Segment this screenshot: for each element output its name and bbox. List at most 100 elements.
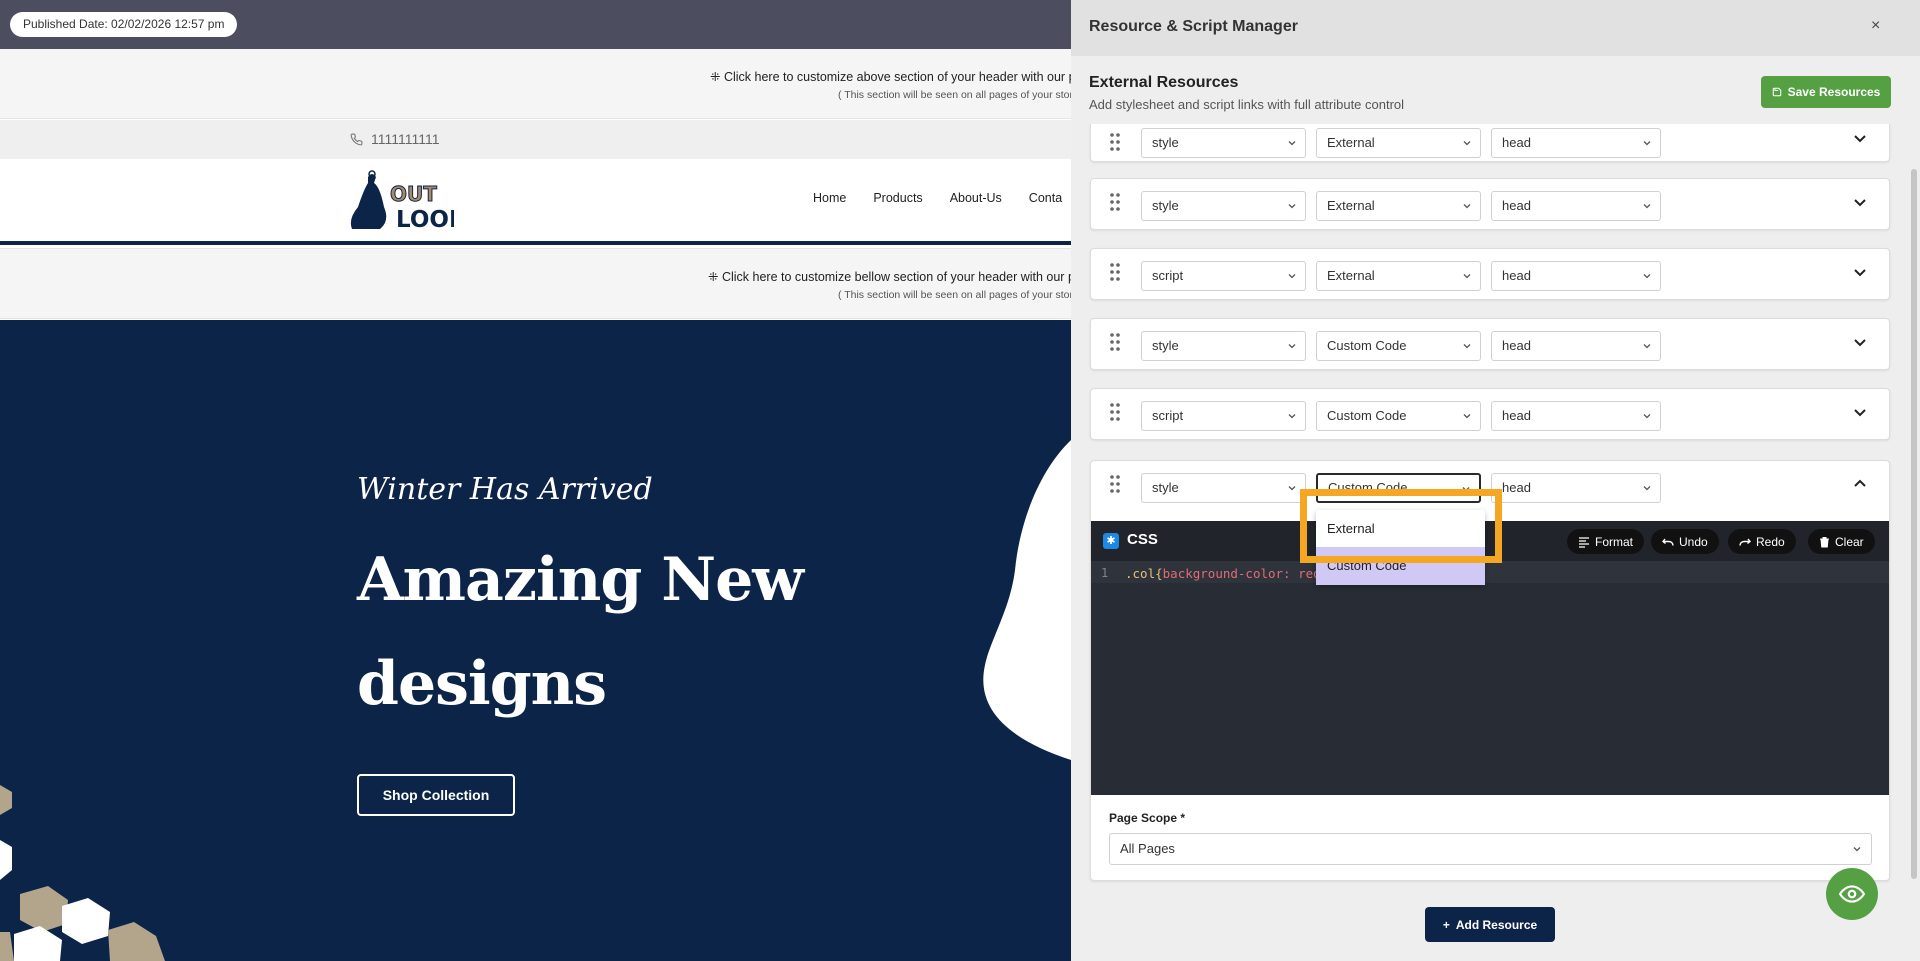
resource-type-select[interactable]: style — [1141, 473, 1306, 503]
chevron-down-icon — [1463, 204, 1471, 209]
expand-row-chevron-icon[interactable] — [1853, 335, 1867, 349]
expand-row-chevron-icon[interactable] — [1853, 405, 1867, 419]
logo-text-bottom: LOOK — [396, 207, 454, 233]
chevron-down-icon — [1853, 847, 1861, 852]
resource-type-select[interactable]: style — [1141, 191, 1306, 221]
resource-position-select[interactable]: head — [1491, 331, 1661, 361]
format-button[interactable]: Format — [1567, 529, 1645, 554]
outlook-logo[interactable]: OUT LOOK — [350, 169, 454, 233]
expand-row-chevron-icon[interactable] — [1853, 195, 1867, 209]
chevron-down-icon — [1288, 344, 1296, 349]
resource-position-select[interactable]: head — [1491, 401, 1661, 431]
chevron-down-icon — [1288, 274, 1296, 279]
published-date-badge: Published Date: 02/02/2026 12:57 pm — [10, 12, 238, 37]
resource-type-select[interactable]: script — [1141, 401, 1306, 431]
redo-button[interactable]: Redo — [1728, 529, 1796, 554]
resource-source-select[interactable]: Custom Code — [1316, 331, 1481, 361]
resource-position-value: head — [1502, 198, 1531, 213]
panel-scrollbar[interactable] — [1911, 124, 1917, 885]
chevron-down-icon — [1463, 414, 1471, 419]
plus-icon: + — [1442, 917, 1450, 932]
chevron-down-icon — [1643, 344, 1651, 349]
resource-position-select[interactable]: head — [1491, 473, 1661, 503]
resource-row: script External head — [1090, 248, 1890, 300]
section-subtitle: Add stylesheet and script links with ful… — [1089, 97, 1405, 112]
save-resources-button[interactable]: Save Resources — [1761, 76, 1891, 108]
chevron-down-icon — [1288, 141, 1296, 146]
close-icon[interactable]: × — [1871, 17, 1880, 35]
customize-above-note: ( This section will be seen on all pages… — [838, 89, 1071, 101]
resource-position-select[interactable]: head — [1491, 128, 1661, 158]
published-bar: Published Date: 02/02/2026 12:57 pm — [0, 0, 1071, 49]
save-icon — [1772, 87, 1781, 97]
customize-above-header-strip[interactable]: ⁜ Click here to customize above section … — [0, 49, 1071, 119]
drag-handle-icon[interactable] — [1109, 192, 1121, 212]
add-resource-button[interactable]: + Add Resource — [1425, 907, 1555, 942]
resource-source-select[interactable]: External — [1316, 261, 1481, 291]
page-scope-label: Page Scope * — [1109, 811, 1186, 825]
code-line[interactable]: 1 .col{background-color: red — [1091, 561, 1889, 583]
line-number: 1 — [1101, 566, 1109, 580]
drag-handle-icon[interactable] — [1109, 332, 1121, 352]
resource-row: script Custom Code head — [1090, 388, 1890, 440]
drag-handle-icon[interactable] — [1109, 132, 1121, 152]
undo-button[interactable]: Undo — [1651, 529, 1719, 554]
eye-icon — [1839, 885, 1865, 903]
resource-type-select[interactable]: style — [1141, 331, 1306, 361]
resource-script-manager-panel: Resource & Script Manager × External Res… — [1071, 0, 1920, 961]
chevron-down-icon — [1463, 274, 1471, 279]
panel-header: Resource & Script Manager × — [1071, 0, 1920, 56]
highlight-box — [1300, 489, 1502, 563]
preview-eye-button[interactable] — [1826, 868, 1878, 920]
resource-source-select[interactable]: External — [1316, 191, 1481, 221]
nav-products[interactable]: Products — [873, 191, 922, 205]
resource-type-select[interactable]: style — [1141, 128, 1306, 158]
customize-above-text[interactable]: ⁜ Click here to customize above section … — [710, 69, 1071, 84]
drag-handle-icon[interactable] — [1109, 402, 1121, 422]
chevron-down-icon — [1643, 486, 1651, 491]
clear-button[interactable]: Clear — [1808, 529, 1875, 554]
chevron-down-icon — [1463, 141, 1471, 146]
drag-handle-icon[interactable] — [1109, 262, 1121, 282]
code-text[interactable]: .col{background-color: red — [1125, 566, 1321, 581]
resource-source-select[interactable]: External — [1316, 128, 1481, 158]
css-language-icon: ✱ — [1103, 533, 1119, 549]
panel-title: Resource & Script Manager — [1089, 18, 1298, 35]
resource-row: style External head — [1090, 178, 1890, 230]
resource-position-value: head — [1502, 135, 1531, 150]
code-property: background-color: — [1162, 566, 1291, 581]
resource-type-value: style — [1152, 338, 1179, 353]
nav-home[interactable]: Home — [813, 191, 846, 205]
expand-row-chevron-icon[interactable] — [1853, 131, 1867, 145]
page-scope-select[interactable]: All Pages — [1109, 833, 1872, 865]
trash-icon — [1820, 536, 1829, 547]
format-label: Format — [1595, 534, 1634, 549]
resource-row: style External head — [1090, 124, 1890, 162]
chevron-down-icon — [1288, 486, 1296, 491]
redo-label: Redo — [1756, 534, 1785, 549]
drag-handle-icon[interactable] — [1109, 474, 1121, 494]
resource-position-select[interactable]: head — [1491, 261, 1661, 291]
resource-source-select[interactable]: Custom Code — [1316, 401, 1481, 431]
resource-position-select[interactable]: head — [1491, 191, 1661, 221]
collapse-row-chevron-icon[interactable] — [1853, 477, 1867, 491]
nav-contact[interactable]: Conta — [1029, 191, 1062, 205]
hero-banner: Winter Has Arrived Amazing New designs S… — [0, 320, 1071, 961]
resource-source-value: Custom Code — [1327, 408, 1407, 423]
scrollbar-thumb[interactable] — [1911, 169, 1917, 879]
customize-below-text[interactable]: ⁜ Click here to customize bellow section… — [708, 269, 1071, 284]
store-phone: 1111111111 — [350, 131, 440, 147]
shop-collection-button[interactable]: Shop Collection — [357, 774, 515, 816]
resource-type-value: style — [1152, 135, 1179, 150]
chevron-down-icon — [1463, 344, 1471, 349]
resource-position-value: head — [1502, 268, 1531, 283]
customize-below-header-strip[interactable]: ⁜ Click here to customize bellow section… — [0, 248, 1071, 319]
undo-label: Undo — [1679, 534, 1708, 549]
expand-row-chevron-icon[interactable] — [1853, 265, 1867, 279]
section-title: External Resources — [1089, 74, 1239, 91]
customize-below-note: ( This section will be seen on all pages… — [838, 289, 1071, 301]
resource-type-select[interactable]: script — [1141, 261, 1306, 291]
logo-text-top: OUT — [390, 182, 437, 206]
nav-about-us[interactable]: About-Us — [950, 191, 1002, 205]
resource-position-value: head — [1502, 480, 1531, 495]
